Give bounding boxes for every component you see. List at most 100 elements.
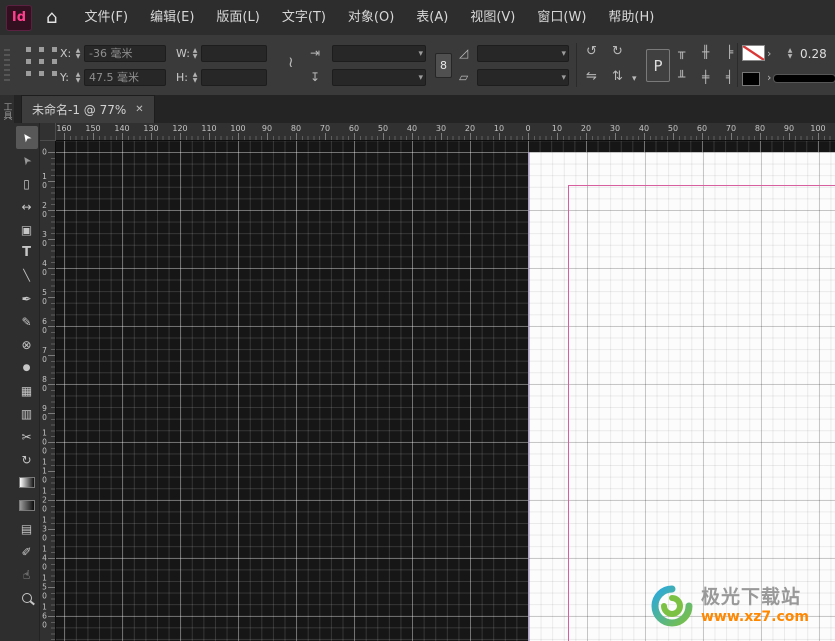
stroke-none-swatch[interactable]: [742, 45, 765, 61]
distribute-right-icon[interactable]: ╡: [726, 70, 733, 84]
flip-horizontal-icon[interactable]: ⇋: [586, 70, 597, 84]
gradient-feather-tool[interactable]: [16, 494, 38, 517]
flip-dropdown-icon[interactable]: ▾: [632, 72, 637, 86]
pasteboard-canvas[interactable]: [56, 141, 835, 641]
reference-point-proxy[interactable]: [26, 47, 57, 76]
menu-item-0[interactable]: 文件(F): [73, 0, 139, 35]
distribute-center-icon[interactable]: ╫: [702, 45, 709, 59]
x-stepper[interactable]: ▲ ▼: [74, 48, 82, 60]
collector-icon: ▣: [20, 222, 33, 237]
gradient-swatch-tool[interactable]: [16, 471, 38, 494]
dropdown-icon[interactable]: ▾: [561, 48, 566, 60]
pen-icon: ✒: [21, 291, 32, 306]
flip-vertical-icon[interactable]: ⇅: [612, 70, 623, 84]
distribute-middle-icon[interactable]: ╪: [702, 70, 709, 84]
v-ruler-label: 110: [40, 457, 49, 485]
distribute-top-icon[interactable]: ╥: [678, 45, 685, 59]
v-ruler[interactable]: 0 10 20 30 40 50 60 70 80 90 100 110 120 130 140 150 160: [40, 141, 56, 641]
gap-tool[interactable]: ↔: [16, 195, 38, 218]
h-field[interactable]: [201, 69, 267, 86]
y-field[interactable]: 47.5 毫米: [84, 69, 166, 86]
h-ruler-label: 100: [230, 124, 246, 133]
dropdown-icon[interactable]: ▾: [418, 48, 423, 60]
menu-item-2[interactable]: 版面(L): [205, 0, 270, 35]
home-icon[interactable]: ⌂: [46, 7, 57, 28]
content-collector-tool[interactable]: ▣: [16, 218, 38, 241]
menu-item-7[interactable]: 窗口(W): [526, 0, 597, 35]
page-tool[interactable]: ▯: [16, 172, 38, 195]
zoom-icon: [21, 592, 32, 603]
pen-tool[interactable]: ✒: [16, 287, 38, 310]
pencil-tool[interactable]: ✎: [16, 310, 38, 333]
scale-x-combo[interactable]: ▾: [332, 45, 426, 62]
proxy-dot: [52, 47, 57, 52]
menu-item-6[interactable]: 视图(V): [459, 0, 526, 35]
rectangle-tool[interactable]: ▥: [16, 402, 38, 425]
close-tab-icon[interactable]: ✕: [135, 104, 143, 115]
shear-angle-combo[interactable]: ▾: [477, 69, 569, 86]
distribute-left-icon[interactable]: ╞: [726, 45, 733, 59]
y-stepper[interactable]: ▲ ▼: [74, 72, 82, 84]
document-page[interactable]: [528, 152, 835, 641]
control-panel: X: ▲ ▼ -36 毫米 Y: ▲ ▼ 47.5 毫米 W: ▲ ▼ H: ▲ ▼ ≀…: [0, 35, 835, 96]
direct-selection-tool[interactable]: ➤: [16, 149, 38, 172]
ellipse-tool[interactable]: ●: [16, 356, 38, 379]
hand-tool[interactable]: ☝: [16, 563, 38, 586]
rotate-angle-combo[interactable]: ▾: [477, 45, 569, 62]
h-ruler-label: 40: [638, 124, 650, 133]
y-label: Y:: [60, 71, 69, 84]
fill-swatch-arrow-icon[interactable]: ›: [767, 71, 771, 84]
stroke-swatch-arrow-icon[interactable]: ›: [767, 47, 771, 60]
rotate-cw-icon[interactable]: ↻: [612, 45, 623, 59]
proxy-dot: [26, 59, 31, 64]
h-ruler[interactable]: 160 150 140 130 120 110 100 90 80 70 60 50 40 30 20 10 0…: [56, 123, 835, 141]
menu-item-3[interactable]: 文字(T): [271, 0, 337, 35]
w-field[interactable]: [201, 45, 267, 62]
stroke-type-preview[interactable]: [774, 75, 835, 82]
proxy-preview-badge[interactable]: P: [646, 49, 670, 82]
note-tool[interactable]: ▤: [16, 517, 38, 540]
constrain-proportions-icon[interactable]: 8: [435, 53, 452, 78]
tools-dock-label: 工具: [1, 102, 12, 120]
rotate-ccw-icon[interactable]: ↺: [586, 45, 597, 59]
constrain-wh-chain-icon[interactable]: ≀: [288, 55, 294, 70]
h-ruler-label: 150: [85, 124, 101, 133]
w-label: W:: [176, 47, 190, 60]
menu-item-8[interactable]: 帮助(H): [597, 0, 665, 35]
fill-swatch[interactable]: [742, 72, 760, 86]
dropdown-icon[interactable]: ▾: [561, 72, 566, 84]
menu-item-1[interactable]: 编辑(E): [139, 0, 205, 35]
menu-item-5[interactable]: 表(A): [405, 0, 459, 35]
scale-y-combo[interactable]: ▾: [332, 69, 426, 86]
zoom-tool[interactable]: [16, 586, 38, 609]
x-field[interactable]: -36 毫米: [84, 45, 166, 62]
document-tab[interactable]: 未命名-1 @ 77% ✕: [21, 95, 155, 123]
type-tool[interactable]: T: [16, 241, 38, 264]
dropdown-icon[interactable]: ▾: [418, 72, 423, 84]
menu-item-4[interactable]: 对象(O): [337, 0, 405, 35]
w-stepper[interactable]: ▲ ▼: [191, 48, 199, 60]
ruler-corner[interactable]: [40, 123, 56, 141]
distribute-bottom-icon[interactable]: ╨: [678, 70, 685, 84]
grid-tool[interactable]: ▦: [16, 379, 38, 402]
line-tool[interactable]: ╲: [16, 264, 38, 287]
fit-width-icon[interactable]: ⇥: [310, 46, 320, 60]
panel-grip-icon[interactable]: [4, 49, 10, 81]
stroke-weight-value[interactable]: 0.28: [800, 47, 827, 61]
scissors-tool[interactable]: ✂: [16, 425, 38, 448]
h-stepper[interactable]: ▲ ▼: [191, 72, 199, 84]
h-ruler-label: 120: [172, 124, 188, 133]
free-transform-tool[interactable]: ↻: [16, 448, 38, 471]
v-ruler-label: 20: [40, 201, 49, 219]
selection-tool[interactable]: ➤: [15, 126, 38, 149]
v-ruler-label: 30: [40, 230, 49, 248]
stroke-weight-stepper[interactable]: ▲ ▼: [786, 48, 794, 60]
h-ruler-label: 70: [319, 124, 331, 133]
selection-icon: ➤: [18, 129, 35, 146]
rectangle-frame-tool[interactable]: ⊗: [16, 333, 38, 356]
type-icon: T: [22, 245, 31, 260]
v-ruler-label: 130: [40, 515, 49, 543]
tools-dock-strip[interactable]: 工具: [0, 95, 15, 641]
eyedropper-tool[interactable]: ✐: [16, 540, 38, 563]
fit-height-icon[interactable]: ↧: [310, 70, 320, 84]
